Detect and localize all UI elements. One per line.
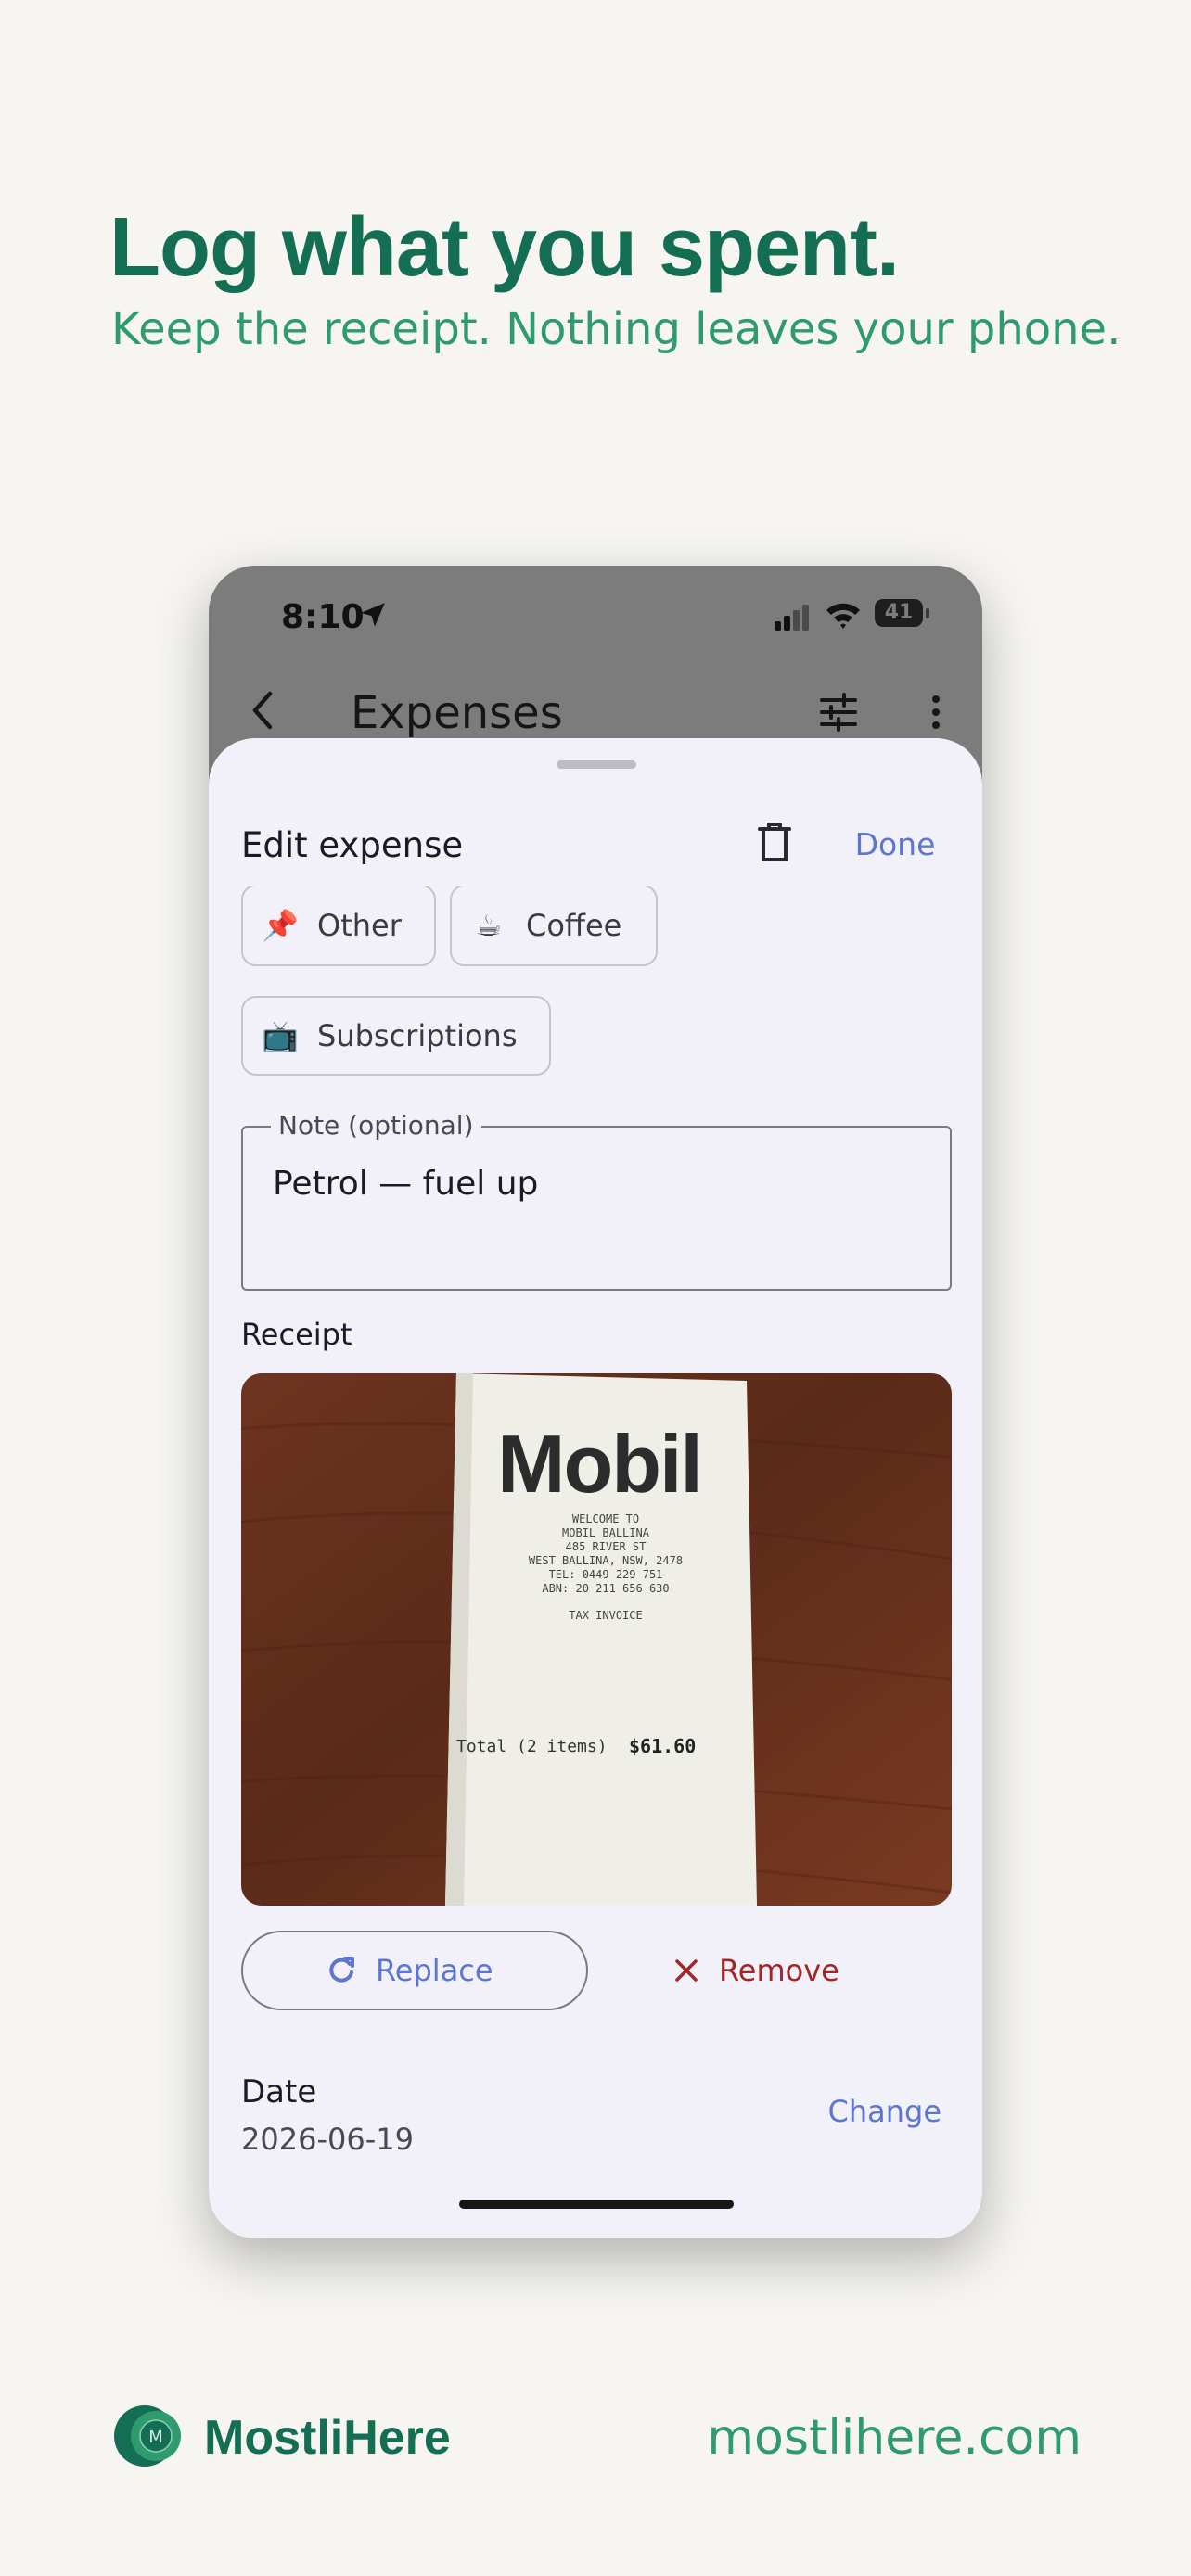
battery-indicator: 41 [875, 599, 930, 629]
tune-icon[interactable] [818, 692, 859, 733]
chip-label: Coffee [526, 908, 622, 943]
replace-label: Replace [376, 1953, 493, 1988]
receipt-photo[interactable]: Mobil WELCOME TO MOBIL BALLINA 485 RIVER… [241, 1373, 952, 1906]
home-indicator[interactable] [459, 2200, 734, 2209]
date-label: Date [241, 2073, 317, 2111]
replace-receipt-button[interactable]: Replace [241, 1931, 588, 2010]
receipt-total-label: Total (2 items) [456, 1737, 608, 1756]
brand-logo-letter: M [148, 2428, 163, 2447]
done-button[interactable]: Done [849, 822, 941, 868]
refresh-icon [329, 1957, 354, 1983]
sheet-title: Edit expense [241, 825, 464, 865]
brand-url[interactable]: mostlihere.com [705, 2407, 1082, 2468]
location-arrow-icon [361, 603, 385, 627]
phone-screen: 8:10 41 Expenses Edit expense Done 📌 Oth… [209, 566, 982, 2238]
note-field[interactable]: Note (optional) Petrol — fuel up [241, 1109, 952, 1291]
remove-receipt-button[interactable]: Remove [672, 1931, 904, 2010]
brand-logo-icon: M [114, 2405, 181, 2467]
status-time: 8:10 [281, 598, 365, 636]
note-field-value[interactable]: Petrol — fuel up [273, 1163, 538, 1205]
app-bar-title: Expenses [351, 687, 563, 739]
delete-icon[interactable] [756, 820, 793, 864]
receipt-total-value: $61.60 [629, 1735, 697, 1757]
edit-expense-sheet: Edit expense Done 📌 Other ☕ Coffee 📺 Sub… [209, 738, 982, 2238]
cellular-signal-icon [775, 605, 809, 631]
more-vert-icon[interactable] [928, 692, 943, 733]
receipt-heading: Receipt [241, 1317, 352, 1352]
status-bar: 8:10 41 [209, 566, 982, 668]
receipt-header-lines: WELCOME TO MOBIL BALLINA 485 RIVER ST WE… [528, 1512, 684, 1622]
television-icon: 📺 [262, 1018, 299, 1053]
drag-handle[interactable] [557, 760, 636, 769]
subheadline: Keep the receipt. Nothing leaves your ph… [111, 303, 1121, 355]
note-field-label: Note (optional) [271, 1109, 481, 1142]
close-icon [675, 1959, 698, 1982]
chip-label: Other [317, 908, 402, 943]
wifi-icon [826, 603, 860, 629]
coffee-icon: ☕ [475, 908, 503, 943]
category-chip-coffee[interactable]: ☕ Coffee [450, 886, 658, 966]
back-icon[interactable] [246, 688, 279, 733]
date-value: 2026-06-19 [241, 2122, 414, 2157]
chip-label: Subscriptions [317, 1018, 518, 1053]
category-chip-subscriptions[interactable]: 📺 Subscriptions [241, 996, 551, 1076]
brand-name: MostliHere [204, 2411, 451, 2465]
battery-level: 41 [884, 601, 914, 624]
receipt-brand: Mobil [497, 1418, 703, 1510]
category-chip-other[interactable]: 📌 Other [241, 886, 436, 966]
change-date-button[interactable]: Change [812, 2088, 941, 2135]
headline: Log what you spent. [109, 201, 900, 294]
remove-label: Remove [719, 1953, 839, 1988]
pushpin-icon: 📌 [262, 908, 299, 943]
